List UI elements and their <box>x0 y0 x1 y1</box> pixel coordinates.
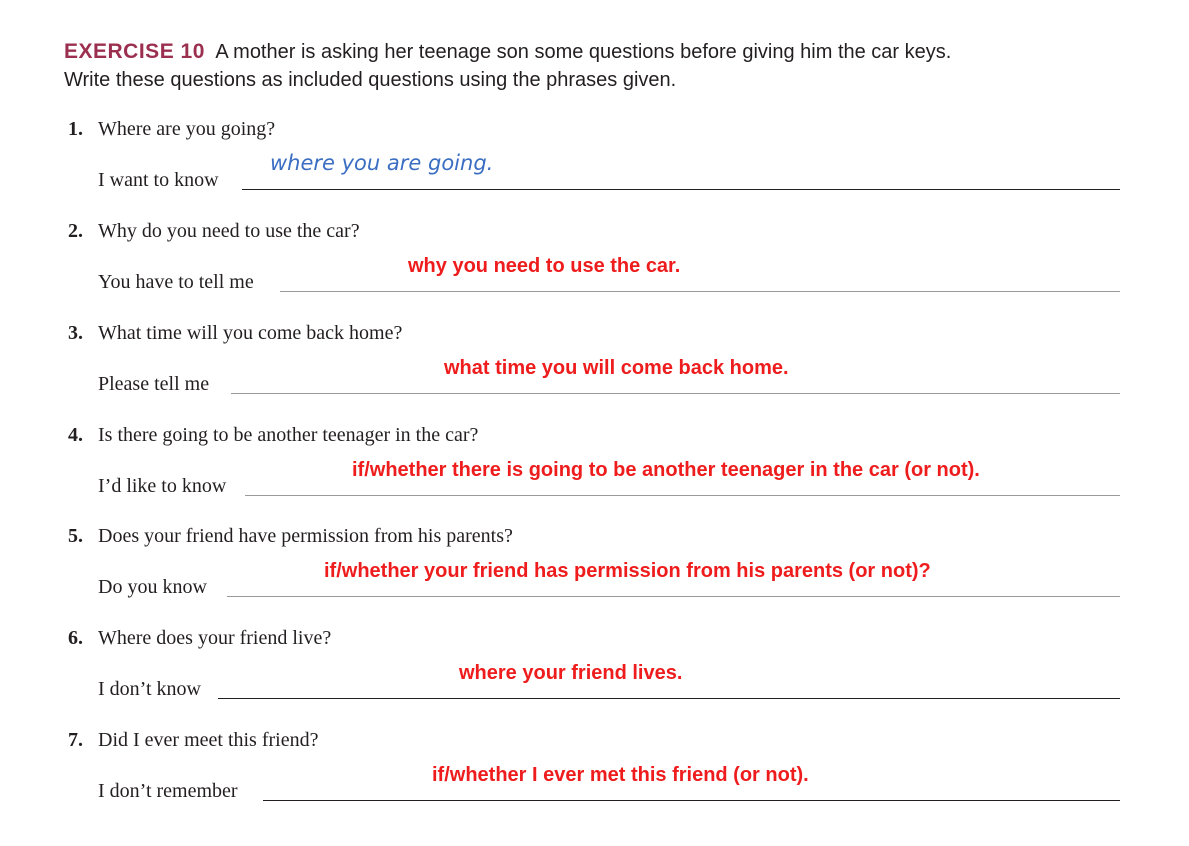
answer-text: where you are going. <box>270 151 494 175</box>
exercise-item-7: 7. Did I ever meet this friend? I don’t … <box>0 729 1189 831</box>
exercise-item-1: 1. Where are you going? I want to know w… <box>0 118 1189 220</box>
item-stem: I don’t remember <box>98 780 238 802</box>
answer-line[interactable] <box>242 189 1120 190</box>
answer-line[interactable] <box>227 596 1120 597</box>
item-question: What time will you come back home? <box>98 322 403 344</box>
item-stem: I want to know <box>98 169 219 191</box>
exercise-label: EXERCISE 10 <box>64 40 205 63</box>
instruction-text-2: Write these questions as included questi… <box>64 69 677 91</box>
exercise-instructions: EXERCISE 10 A mother is asking her teena… <box>64 38 1124 94</box>
item-question: Where are you going? <box>98 118 276 140</box>
item-stem: You have to tell me <box>98 271 254 293</box>
item-number: 2. <box>68 220 83 242</box>
item-question: Why do you need to use the car? <box>98 220 360 242</box>
answer-text: why you need to use the car. <box>408 255 681 277</box>
answer-text: where your friend lives. <box>459 662 683 684</box>
item-stem: I don’t know <box>98 678 201 700</box>
item-stem: Do you know <box>98 576 207 598</box>
item-number: 1. <box>68 118 83 140</box>
instruction-text-1: A mother is asking her teenage son some … <box>215 41 952 63</box>
exercise-item-6: 6. Where does your friend live? I don’t … <box>0 627 1189 729</box>
exercise-item-2: 2. Why do you need to use the car? You h… <box>0 220 1189 322</box>
item-stem: Please tell me <box>98 373 210 395</box>
item-number: 5. <box>68 525 83 547</box>
answer-line[interactable] <box>263 800 1120 801</box>
item-number: 4. <box>68 424 83 446</box>
answer-line[interactable] <box>245 495 1120 496</box>
item-number: 3. <box>68 322 83 344</box>
exercise-item-4: 4. Is there going to be another teenager… <box>0 424 1189 526</box>
exercise-item-5: 5. Does your friend have permission from… <box>0 525 1189 627</box>
answer-text: if/whether there is going to be another … <box>352 459 980 481</box>
item-question: Did I ever meet this friend? <box>98 729 319 751</box>
answer-text: if/whether I ever met this friend (or no… <box>432 764 809 786</box>
item-number: 7. <box>68 729 83 751</box>
instruction-line-1: EXERCISE 10 A mother is asking her teena… <box>64 38 1124 66</box>
item-stem: I’d like to know <box>98 475 227 497</box>
item-question: Is there going to be another teenager in… <box>98 424 479 446</box>
item-question: Does your friend have permission from hi… <box>98 525 513 547</box>
answer-text: what time you will come back home. <box>444 357 789 379</box>
item-number: 6. <box>68 627 83 649</box>
answer-text: if/whether your friend has permission fr… <box>324 560 931 582</box>
exercise-item-3: 3. What time will you come back home? Pl… <box>0 322 1189 424</box>
answer-line[interactable] <box>218 698 1120 699</box>
answer-line[interactable] <box>231 393 1120 394</box>
answer-line[interactable] <box>280 291 1120 292</box>
item-question: Where does your friend live? <box>98 627 332 649</box>
